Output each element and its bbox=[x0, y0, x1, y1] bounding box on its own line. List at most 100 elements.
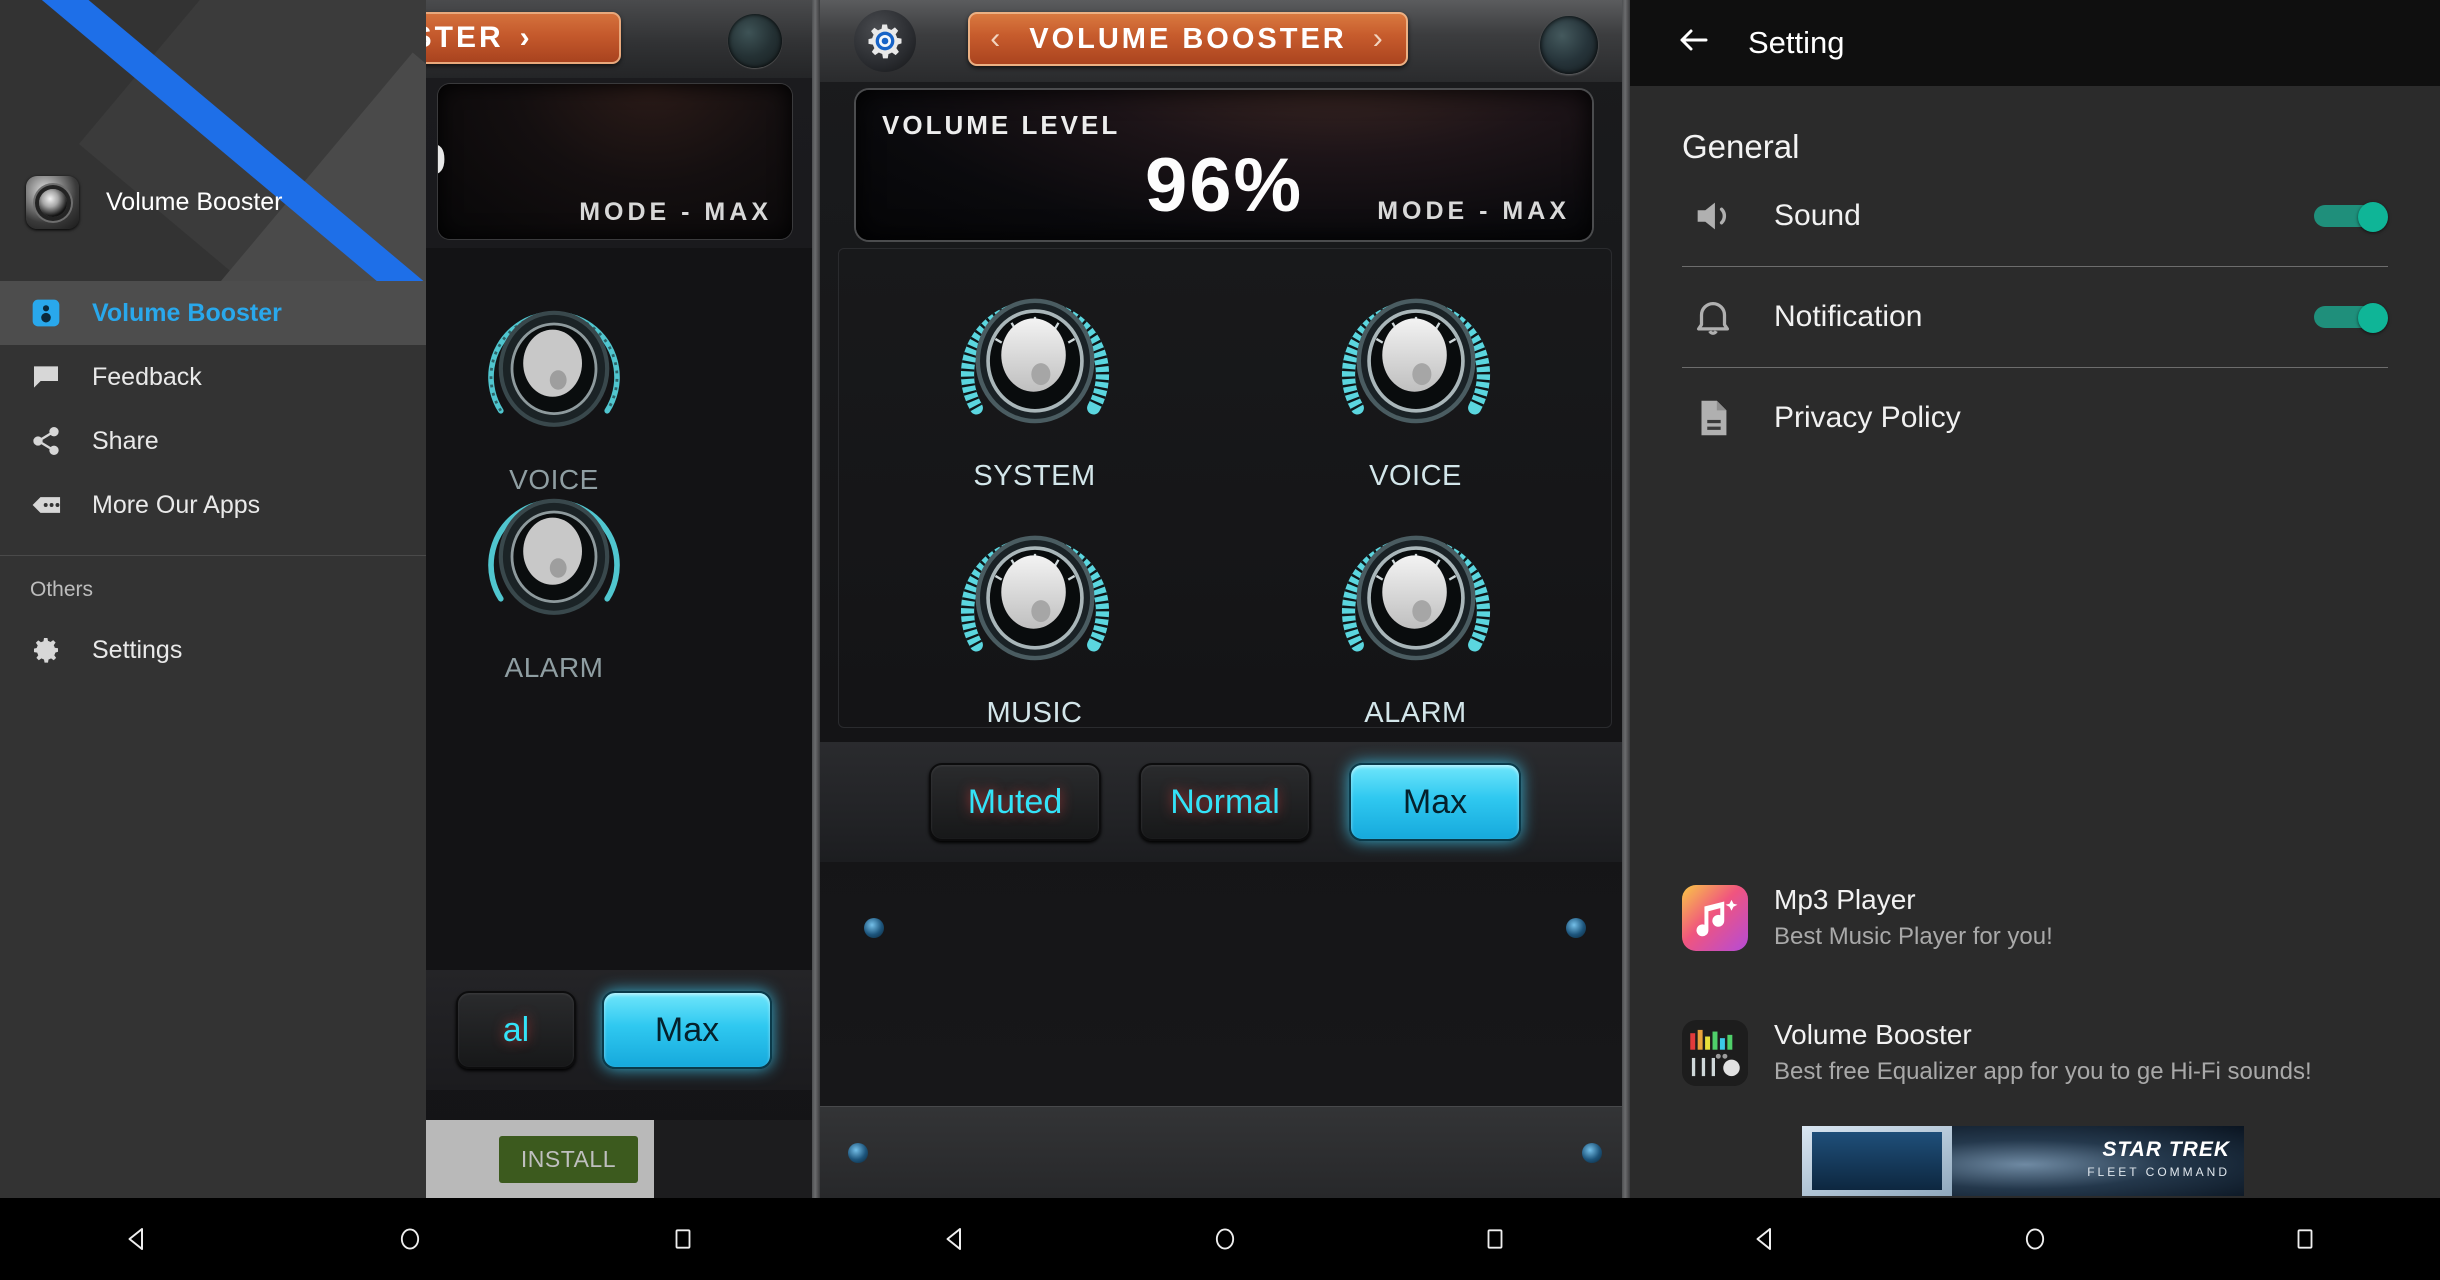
promo-text-volume-booster: Volume Booster Best free Equalizer app f… bbox=[1774, 1019, 2312, 1086]
ad-banner-screenshot bbox=[1802, 1126, 1952, 1196]
promo-row-mp3-player[interactable]: Mp3 Player Best Music Player for you! bbox=[1630, 870, 2440, 965]
volume-mode-text: MODE - MAX bbox=[1377, 197, 1570, 225]
promo-row-volume-booster[interactable]: Volume Booster Best free Equalizer app f… bbox=[1630, 1005, 2440, 1100]
panel1-ad-card[interactable]: INSTALL bbox=[426, 1120, 654, 1198]
panel1-percent-glyph: % bbox=[438, 110, 446, 190]
settings-row-label-privacy-policy: Privacy Policy bbox=[1774, 401, 1961, 434]
sound-toggle-thumb bbox=[2358, 202, 2388, 232]
mode-button-normal[interactable]: Normal bbox=[1139, 763, 1311, 841]
panel1-mode-label-normal: al bbox=[502, 1010, 530, 1049]
drawer-item-label-feedback: Feedback bbox=[92, 362, 202, 391]
sound-toggle[interactable] bbox=[2314, 202, 2388, 232]
chat-icon bbox=[30, 361, 92, 393]
volume-booster-icon bbox=[1682, 1019, 1748, 1086]
panel1-knob-label-alarm: ALARM bbox=[504, 652, 604, 683]
ad-banner-art: STAR TREK FLEET COMMAND bbox=[1952, 1126, 2244, 1196]
drawer-item-feedback[interactable]: Feedback bbox=[0, 345, 426, 409]
knob-cell-voice: VOICE bbox=[1225, 256, 1606, 493]
ad-banner-text: STAR TREK FLEET COMMAND bbox=[2087, 1138, 2230, 1179]
nav-back-icon[interactable] bbox=[1720, 1224, 1810, 1254]
settings-row-privacy-policy[interactable]: Privacy Policy bbox=[1682, 368, 2388, 468]
app-logo-icon bbox=[26, 176, 79, 229]
drawer-item-label-volume-booster: Volume Booster bbox=[92, 298, 282, 327]
drawer-app-identity: Volume Booster bbox=[26, 176, 283, 229]
document-icon bbox=[1682, 395, 1744, 441]
nav-recents-icon[interactable] bbox=[638, 1226, 728, 1252]
app-title-bar[interactable]: ‹ VOLUME BOOSTER › bbox=[968, 12, 1408, 66]
settings-appbar: Setting bbox=[1630, 0, 2440, 86]
volume-level-label: VOLUME LEVEL bbox=[882, 110, 1121, 140]
mode-button-label-max: Max bbox=[1402, 782, 1468, 821]
screw-decor-right bbox=[1582, 1143, 1602, 1163]
panel1-mode-buttons: al Max bbox=[426, 970, 820, 1090]
mode-button-muted[interactable]: Muted bbox=[929, 763, 1101, 841]
nav-recents-icon[interactable] bbox=[2260, 1226, 2350, 1252]
knob-label-voice: VOICE bbox=[1369, 460, 1462, 492]
promoted-apps-list: Mp3 Player Best Music Player for you! Vo… bbox=[1630, 870, 2440, 1196]
notification-toggle-thumb bbox=[2358, 303, 2388, 333]
drawer-item-settings[interactable]: Settings bbox=[0, 618, 426, 682]
nav-back-icon[interactable] bbox=[92, 1224, 182, 1254]
nav-home-icon[interactable] bbox=[1180, 1225, 1270, 1253]
drawer-item-volume-booster[interactable]: Volume Booster bbox=[0, 281, 426, 345]
mode-button-max[interactable]: Max bbox=[1349, 763, 1521, 841]
knob-alarm[interactable] bbox=[1328, 507, 1504, 683]
share-icon bbox=[30, 425, 92, 457]
settings-row-sound[interactable]: Sound bbox=[1682, 166, 2388, 266]
knob-cell-alarm: ALARM bbox=[1225, 493, 1606, 730]
mp3-player-icon bbox=[1682, 884, 1748, 951]
promo-subtitle-mp3-player: Best Music Player for you! bbox=[1774, 923, 2053, 950]
knob-grid: SYSTEM VOICE MUSIC ALARM bbox=[844, 256, 1606, 729]
knob-cell-system: SYSTEM bbox=[844, 256, 1225, 493]
panel-drawer-screen: BOOSTER › % MODE - MAX bbox=[0, 0, 820, 1280]
drawer-app-name: Volume Booster bbox=[106, 188, 283, 216]
android-navbar-panel3 bbox=[1630, 1198, 2440, 1280]
panel1-title-pill[interactable]: BOOSTER › bbox=[426, 12, 621, 64]
chevron-right-icon[interactable]: › bbox=[1373, 22, 1386, 56]
nav-home-icon[interactable] bbox=[365, 1225, 455, 1253]
drawer-item-share[interactable]: Share bbox=[0, 409, 426, 473]
speaker-grill-decor bbox=[728, 14, 782, 68]
install-button[interactable]: INSTALL bbox=[498, 1135, 638, 1183]
screw-decor-knobpanel-right bbox=[1566, 918, 1586, 938]
nav-recents-icon[interactable] bbox=[1450, 1226, 1540, 1252]
knob-label-music: MUSIC bbox=[986, 697, 1083, 729]
panel2-body: ‹ VOLUME BOOSTER › VOLUME LEVEL 96% MODE… bbox=[820, 0, 1630, 1198]
drawer-item-more-our-apps[interactable]: More Our Apps bbox=[0, 473, 426, 537]
back-arrow-icon[interactable] bbox=[1676, 22, 1712, 64]
settings-gear-button[interactable] bbox=[854, 10, 916, 72]
mode-button-label-muted: Muted bbox=[967, 782, 1063, 821]
knob-label-alarm: ALARM bbox=[1364, 697, 1467, 729]
knob-music[interactable] bbox=[947, 507, 1123, 683]
knob-voice[interactable] bbox=[1328, 270, 1504, 446]
panel1-topbar: BOOSTER › bbox=[426, 0, 820, 78]
nav-home-icon[interactable] bbox=[1990, 1225, 2080, 1253]
screenshot-root: BOOSTER › % MODE - MAX bbox=[0, 0, 2440, 1280]
panel1-knob-area: VOICE ALARM bbox=[426, 248, 820, 1028]
panel1-mode-button-normal[interactable]: al bbox=[456, 991, 576, 1069]
chevron-right-icon[interactable]: › bbox=[520, 21, 533, 55]
settings-row-notification[interactable]: Notification bbox=[1682, 267, 2388, 367]
settings-section-general: General bbox=[1682, 128, 1800, 165]
knob-system[interactable] bbox=[947, 270, 1123, 446]
panel1-ad-strip: INSTALL bbox=[426, 1120, 820, 1198]
notification-toggle[interactable] bbox=[2314, 303, 2388, 333]
knob-alarm-panel1[interactable] bbox=[470, 470, 638, 638]
nav-back-icon[interactable] bbox=[910, 1224, 1000, 1254]
android-navbar-panel2 bbox=[820, 1198, 1630, 1280]
panel2-footer-bar bbox=[820, 1106, 1630, 1198]
chevron-left-icon[interactable]: ‹ bbox=[990, 22, 1003, 56]
drawer-item-label-share: Share bbox=[92, 426, 159, 455]
panel-settings-screen: Setting General Sound Notification Priva… bbox=[1630, 0, 2440, 1280]
speaker-icon bbox=[30, 297, 92, 329]
android-navbar-panel1 bbox=[0, 1198, 820, 1280]
promo-text-mp3-player: Mp3 Player Best Music Player for you! bbox=[1774, 884, 2053, 951]
volume-level-display: VOLUME LEVEL 96% MODE - MAX bbox=[856, 90, 1592, 240]
more-apps-icon bbox=[30, 488, 92, 522]
knob-voice-panel1[interactable] bbox=[470, 282, 638, 450]
gear-icon bbox=[30, 634, 92, 666]
drawer-item-label-more-our-apps: More Our Apps bbox=[92, 490, 261, 519]
settings-list: Sound Notification Privacy Policy bbox=[1630, 166, 2440, 468]
panel1-mode-button-max[interactable]: Max bbox=[602, 991, 772, 1069]
ad-banner-star-trek[interactable]: STAR TREK FLEET COMMAND bbox=[1802, 1126, 2244, 1196]
